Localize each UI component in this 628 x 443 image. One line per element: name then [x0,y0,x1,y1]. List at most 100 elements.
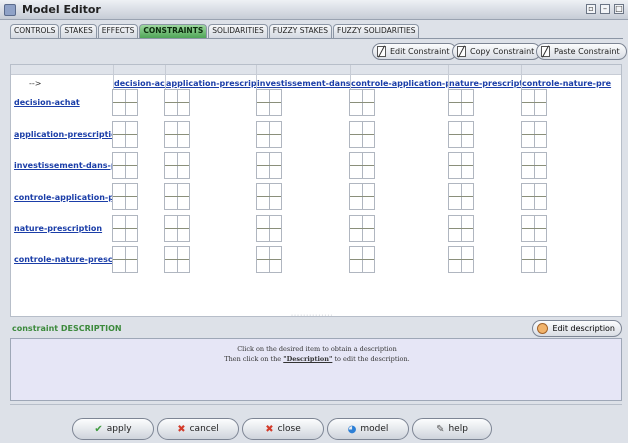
matrix-cell[interactable] [112,152,138,179]
row-header-application-prescription[interactable]: application-prescription [14,130,113,139]
matrix-cell[interactable] [521,121,547,148]
resize-handle[interactable]: :::::::::::::: [291,313,333,316]
window-title: Model Editor [22,3,101,16]
model-editor-window: Model Editor ▫ – □ CONTROLS STAKES EFFEC… [0,0,628,443]
matrix-cell[interactable] [521,183,547,210]
window-controls: ▫ – □ [586,4,624,14]
matrix-cell[interactable] [448,246,474,273]
model-button[interactable]: ◕ model [327,418,409,440]
matrix-cell[interactable] [349,183,375,210]
cancel-button[interactable]: ✖ cancel [157,418,239,440]
tab-effects[interactable]: EFFECTS [97,24,139,38]
paste-constraint-button[interactable]: Paste Constraint [536,43,627,60]
edit-constraint-label: Edit Constraint [390,47,450,56]
column-header-application-prescription[interactable]: application-prescription [166,79,256,88]
column-header-controle-nature-pre[interactable]: controle-nature-pre [522,79,612,88]
edit-description-button[interactable]: Edit description [532,320,622,337]
column-header-controle-application-pre[interactable]: controle-application-pre [351,79,448,88]
close-button[interactable]: ✖ close [242,418,324,440]
row-header-decision-achat[interactable]: decision-achat [14,98,109,107]
app-icon [4,3,16,16]
matrix-cell[interactable] [349,152,375,179]
description-line-2: Then click on the "Description" to edit … [11,354,623,364]
matrix-cell[interactable] [448,89,474,116]
tab-stakes[interactable]: STAKES [60,24,97,38]
matrix-cell[interactable] [521,215,547,242]
matrix-cell[interactable] [164,183,190,210]
minimize-icon[interactable]: – [600,4,610,14]
row-header-controle-application-pre[interactable]: controle-application-pre [14,193,113,202]
model-label: model [360,424,389,434]
matrix-cell[interactable] [521,89,547,116]
description-line-2-suffix: to edit the description. [332,355,410,363]
tab-controls[interactable]: CONTROLS [10,24,60,38]
matrix-cell[interactable] [256,152,282,179]
edit-icon [457,46,466,57]
apply-button[interactable]: ✔ apply [72,418,154,440]
matrix-cell[interactable] [349,246,375,273]
description-line-2-prefix: Then click on the [224,355,284,363]
matrix-cell[interactable] [256,121,282,148]
model-icon: ◕ [347,423,357,435]
apply-label: apply [106,424,132,434]
matrix-cell[interactable] [448,121,474,148]
matrix-cell[interactable] [349,121,375,148]
tab-constraints[interactable]: CONSTRAINTS [139,24,208,38]
tab-fuzzy-stakes[interactable]: FUZZY STAKES [268,24,333,38]
matrix-cell[interactable] [164,121,190,148]
column-header-nature-prescription[interactable]: nature-prescription [449,79,521,88]
tab-solidarities[interactable]: SOLIDARITIES [208,24,268,38]
checkmark-icon: ✔ [94,423,103,435]
matrix-cell[interactable] [112,121,138,148]
row-header-controle-nature-presc[interactable]: controle-nature-presc [14,255,113,264]
row-header-nature-prescription[interactable]: nature-prescription [14,224,113,233]
description-text: Click on the desired item to obtain a de… [11,344,623,364]
edit-icon [541,46,550,57]
constraint-matrix: --> decision-achat application-prescript… [10,64,622,317]
matrix-cell[interactable] [112,183,138,210]
column-header-decision-achat[interactable]: decision-achat [114,79,165,88]
matrix-cell[interactable] [256,215,282,242]
column-header-investissement-dans-pr[interactable]: investissement-dans-pr [257,79,350,88]
copy-constraint-button[interactable]: Copy Constraint [452,43,542,60]
matrix-cell[interactable] [349,215,375,242]
close-icon: ✖ [265,423,274,435]
matrix-cell[interactable] [448,215,474,242]
help-button[interactable]: ✎ help [412,418,492,440]
matrix-cell[interactable] [164,246,190,273]
matrix-cell[interactable] [256,183,282,210]
copy-constraint-label: Copy Constraint [470,47,535,56]
description-panel[interactable]: Click on the desired item to obtain a de… [10,338,622,401]
corner-label: --> [29,79,42,88]
edit-description-icon [537,323,549,334]
description-label: constraint DESCRIPTION [12,324,122,333]
tab-divider [10,38,623,39]
restore-icon[interactable]: ▫ [586,4,596,14]
edit-description-label: Edit description [552,324,615,333]
edit-constraint-button[interactable]: Edit Constraint [372,43,457,60]
help-label: help [448,424,468,434]
description-line-1: Click on the desired item to obtain a de… [237,345,397,353]
matrix-cell[interactable] [448,183,474,210]
tab-fuzzy-solidarities[interactable]: FUZZY SOLIDARITIES [333,24,420,38]
matrix-cell[interactable] [164,152,190,179]
row-header-investissement-dans-pr[interactable]: investissement-dans-pr [14,161,113,170]
matrix-header-strip [11,65,621,75]
tab-bar: CONTROLS STAKES EFFECTS CONSTRAINTS SOLI… [10,24,420,38]
maximize-icon[interactable]: □ [614,4,624,14]
matrix-cell[interactable] [448,152,474,179]
description-link[interactable]: "Description" [283,355,332,363]
help-icon: ✎ [436,423,445,435]
panel-separator [10,404,622,405]
matrix-cell[interactable] [164,89,190,116]
matrix-cell[interactable] [521,152,547,179]
matrix-cell[interactable] [349,89,375,116]
matrix-cell[interactable] [112,89,138,116]
description-bar: constraint DESCRIPTION Edit description [10,320,622,337]
matrix-cell[interactable] [112,215,138,242]
matrix-cell[interactable] [164,215,190,242]
matrix-cell[interactable] [256,89,282,116]
matrix-cell[interactable] [112,246,138,273]
matrix-cell[interactable] [256,246,282,273]
matrix-cell[interactable] [521,246,547,273]
